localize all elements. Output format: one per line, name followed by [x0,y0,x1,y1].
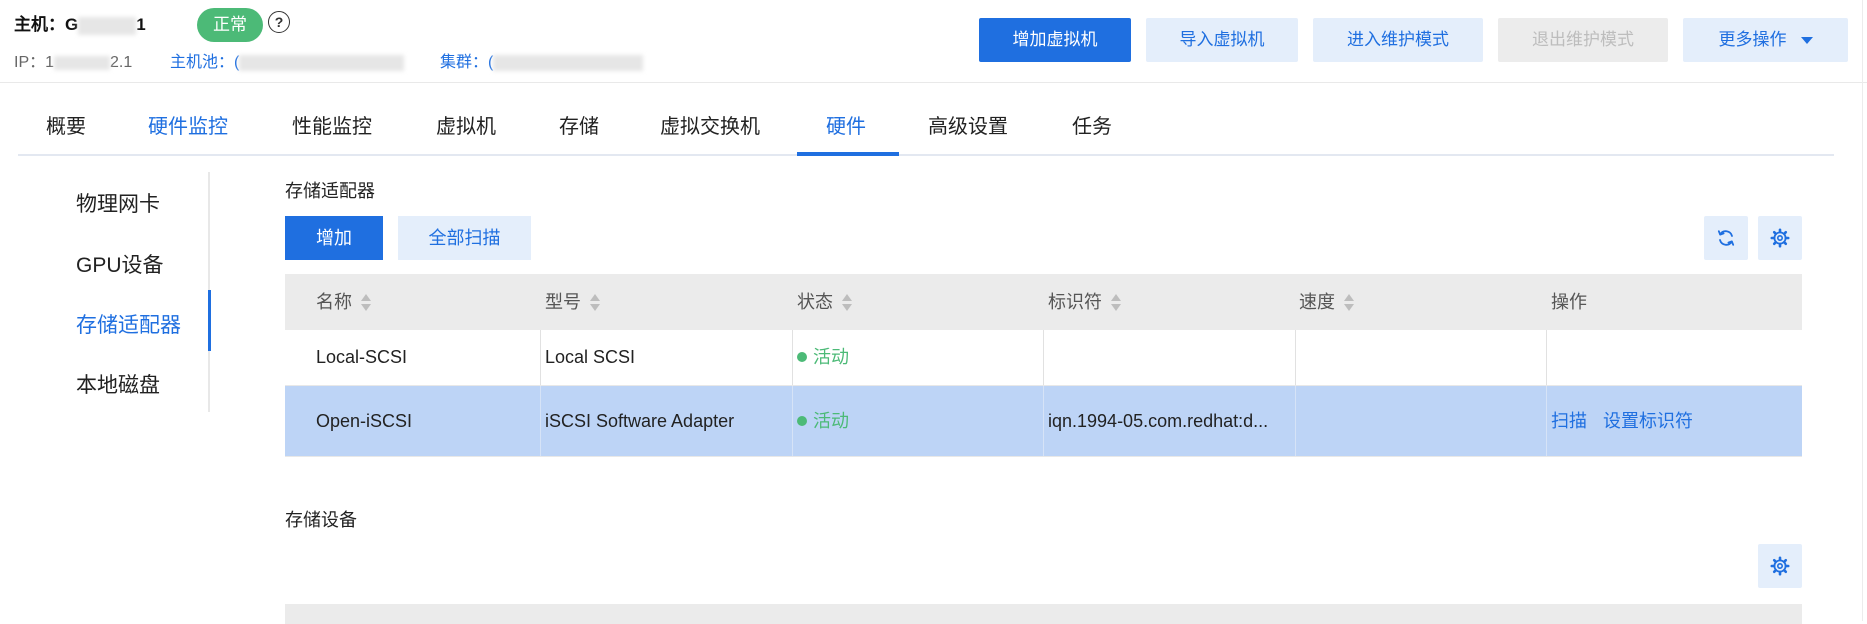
cluster-redacted [493,54,644,71]
host-name-end: 1 [136,15,146,34]
status-dot-icon [797,416,807,427]
host-status-badge: 正常 [197,8,263,42]
storage-devices-title: 存储设备 [285,510,357,530]
set-identifier-link[interactable]: 设置标识符 [1603,411,1693,431]
side-nav-local-disks[interactable]: 本地磁盘 [76,369,160,399]
cell-status: 活动 [797,386,849,456]
column-header-identifier[interactable]: 标识符 [1048,274,1122,330]
status-text: 活动 [813,411,849,431]
cell-actions: 扫描 设置标识符 [1551,386,1709,456]
column-header-actions: 操作 [1551,292,1587,312]
host-cluster: 集群：( [440,48,644,72]
caret-down-icon [1800,37,1813,45]
active-tab-indicator [797,152,899,156]
cluster-label: 集群： [440,54,489,71]
side-nav-gpu-devices[interactable]: GPU设备 [76,249,164,279]
storage-adapters-title: 存储适配器 [285,181,375,201]
scan-all-button[interactable]: 全部扫描 [398,216,531,260]
cell-name: Local-SCSI [316,347,408,367]
column-separator [1295,330,1296,385]
tab-tasks[interactable]: 任务 [1072,110,1112,139]
column-separator [1043,330,1044,385]
column-header-model[interactable]: 型号 [545,274,601,330]
ip-value-start: 1 [45,54,55,71]
cell-status: 活动 [797,330,849,385]
host-name-start: G [65,15,79,34]
ip-value-end: 2.1 [110,54,133,71]
sort-icon[interactable] [1111,293,1122,313]
header-divider [0,82,1867,83]
column-separator [1043,386,1044,456]
exit-maintenance-button: 退出维护模式 [1498,18,1668,62]
ip-redacted [54,55,111,70]
tab-storage[interactable]: 存储 [559,110,599,139]
import-vm-button[interactable]: 导入虚拟机 [1146,18,1298,62]
tab-advanced-settings[interactable]: 高级设置 [928,110,1008,139]
tab-bar: 概要 硬件监控 性能监控 虚拟机 存储 虚拟交换机 硬件 高级设置 任务 [18,96,1834,156]
column-separator [792,386,793,456]
cell-name: Open-iSCSI [316,411,413,431]
column-header-label: 标识符 [1048,292,1102,312]
cell-model: iSCSI Software Adapter [545,411,735,431]
storage-adapters-table: 名称 型号 状态 标识符 速度 操作 Local-SCSI Local SCSI… [285,274,1802,457]
column-header-label: 速度 [1299,292,1335,312]
status-text: 活动 [813,347,849,367]
add-vm-button[interactable]: 增加虚拟机 [979,18,1131,62]
column-header-label: 状态 [797,292,833,312]
host-ip: IP：1 2.1 [14,48,132,72]
sort-icon[interactable] [361,293,372,313]
sort-icon[interactable] [590,293,601,313]
tab-virtual-switch[interactable]: 虚拟交换机 [660,110,760,139]
column-separator [540,386,541,456]
column-header-status[interactable]: 状态 [797,274,853,330]
status-dot-icon [797,352,807,363]
side-nav-storage-adapters[interactable]: 存储适配器 [76,309,181,339]
device-settings-button[interactable] [1758,544,1802,588]
sort-icon[interactable] [842,293,853,313]
column-separator [1546,386,1547,456]
table-header: 名称 型号 状态 标识符 速度 操作 [285,274,1802,330]
enter-maintenance-button[interactable]: 进入维护模式 [1313,18,1483,62]
gear-icon [1770,556,1790,576]
pool-label: 主机池： [170,54,235,71]
adapter-settings-button[interactable] [1758,216,1802,260]
column-header-label: 名称 [316,292,352,312]
tab-hardware[interactable]: 硬件 [826,110,866,139]
refresh-icon [1717,230,1735,246]
more-actions-label: 更多操作 [1718,30,1787,49]
column-separator [1546,330,1547,385]
more-actions-button[interactable]: 更多操作 [1683,18,1848,62]
page-right-border [1862,0,1863,621]
side-nav-active-indicator [208,290,211,351]
table-row-selected[interactable]: Open-iSCSI iSCSI Software Adapter 活动 iqn… [285,386,1802,457]
host-title: 主机：G 1 [14,10,146,35]
column-header-name[interactable]: 名称 [316,274,372,330]
refresh-button[interactable] [1704,216,1748,260]
sort-icon[interactable] [1344,293,1355,313]
scan-link[interactable]: 扫描 [1551,411,1587,431]
host-name-redacted [78,16,137,35]
add-adapter-button[interactable]: 增加 [285,216,383,260]
side-nav-physical-nic[interactable]: 物理网卡 [76,188,160,218]
pool-redacted [239,54,405,71]
column-header-speed[interactable]: 速度 [1299,274,1355,330]
host-label: 主机： [14,15,65,34]
column-separator [1295,386,1296,456]
column-header-label: 型号 [545,292,581,312]
tab-hardware-monitoring[interactable]: 硬件监控 [148,110,228,139]
tab-performance-monitoring[interactable]: 性能监控 [292,110,372,139]
tab-virtual-machines[interactable]: 虚拟机 [436,110,496,139]
column-separator [792,330,793,385]
table-row[interactable]: Local-SCSI Local SCSI 活动 [285,330,1802,386]
host-pool: 主机池：( [170,48,405,72]
column-separator [540,330,541,385]
storage-devices-table-header [285,604,1802,624]
cell-identifier: iqn.1994-05.com.redhat:d... [1048,411,1269,431]
gear-icon [1770,228,1790,248]
ip-label: IP： [14,54,46,71]
tab-overview[interactable]: 概要 [46,110,86,139]
question-circle-icon[interactable]: ? [268,11,290,33]
cell-model: Local SCSI [545,347,636,367]
